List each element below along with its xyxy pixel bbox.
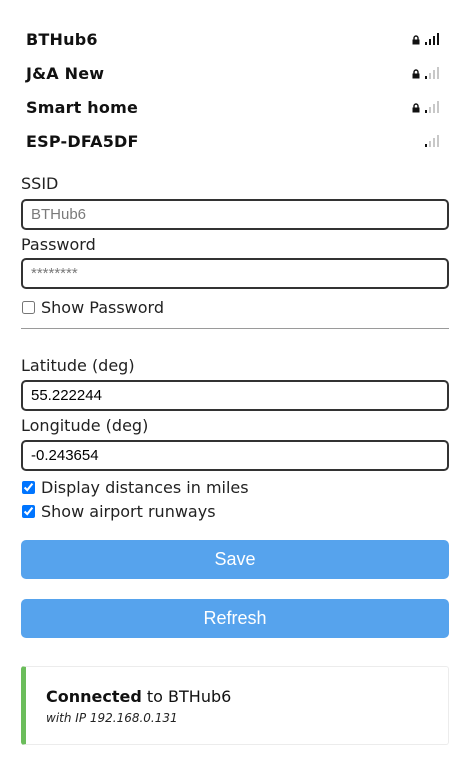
wifi-signal-icon <box>425 101 439 113</box>
show-password-checkbox[interactable] <box>22 300 35 314</box>
miles-row[interactable]: Display distances in miles <box>21 476 449 498</box>
ssid-label: SSID <box>21 174 59 193</box>
runways-label: Show airport runways <box>41 501 216 521</box>
network-ssid: ESP-DFA5DF <box>26 131 139 151</box>
show-password-row[interactable]: Show Password <box>21 296 449 318</box>
miles-checkbox[interactable] <box>22 480 35 494</box>
network-ssid: Smart home <box>26 97 139 117</box>
lock-icon <box>412 103 420 113</box>
network-icons <box>412 101 439 113</box>
password-label: Password <box>21 235 96 254</box>
network-ssid: J&A New <box>26 63 105 83</box>
longitude-label: Longitude (deg) <box>21 416 149 435</box>
network-item[interactable]: BTHub6 <box>26 22 439 56</box>
longitude-input[interactable] <box>21 440 449 471</box>
network-icons <box>425 135 439 147</box>
network-item[interactable]: J&A New <box>26 56 439 90</box>
wifi-network-list: BTHub6 J&A New Smart home ESP-DFA5DF <box>26 22 439 158</box>
lock-icon <box>412 69 420 79</box>
latitude-input[interactable] <box>21 380 449 411</box>
runways-row[interactable]: Show airport runways <box>21 500 449 522</box>
network-item[interactable]: ESP-DFA5DF <box>26 124 439 158</box>
wifi-signal-icon <box>425 135 439 147</box>
connection-status-card: Connected to BTHub6 with IP 192.168.0.13… <box>21 666 449 745</box>
wifi-signal-icon <box>425 33 439 45</box>
network-item[interactable]: Smart home <box>26 90 439 124</box>
latitude-label: Latitude (deg) <box>21 356 135 375</box>
connected-label: Connected <box>46 687 142 706</box>
miles-label: Display distances in miles <box>41 477 249 497</box>
network-icons <box>412 33 439 45</box>
save-button[interactable]: Save <box>21 540 449 579</box>
connected-network: to BTHub6 <box>141 687 232 706</box>
network-icons <box>412 67 439 79</box>
connection-status-line: Connected to BTHub6 <box>46 687 448 706</box>
connection-ip: with IP 192.168.0.131 <box>46 711 178 725</box>
show-password-label: Show Password <box>41 297 164 317</box>
ssid-input[interactable] <box>21 199 449 230</box>
runways-checkbox[interactable] <box>22 504 35 518</box>
network-ssid: BTHub6 <box>26 29 98 49</box>
settings-form: SSID Password Show Password Latitude (de… <box>21 174 449 638</box>
password-input[interactable] <box>21 258 449 289</box>
refresh-button[interactable]: Refresh <box>21 599 449 638</box>
wifi-signal-icon <box>425 67 439 79</box>
lock-icon <box>412 35 420 45</box>
